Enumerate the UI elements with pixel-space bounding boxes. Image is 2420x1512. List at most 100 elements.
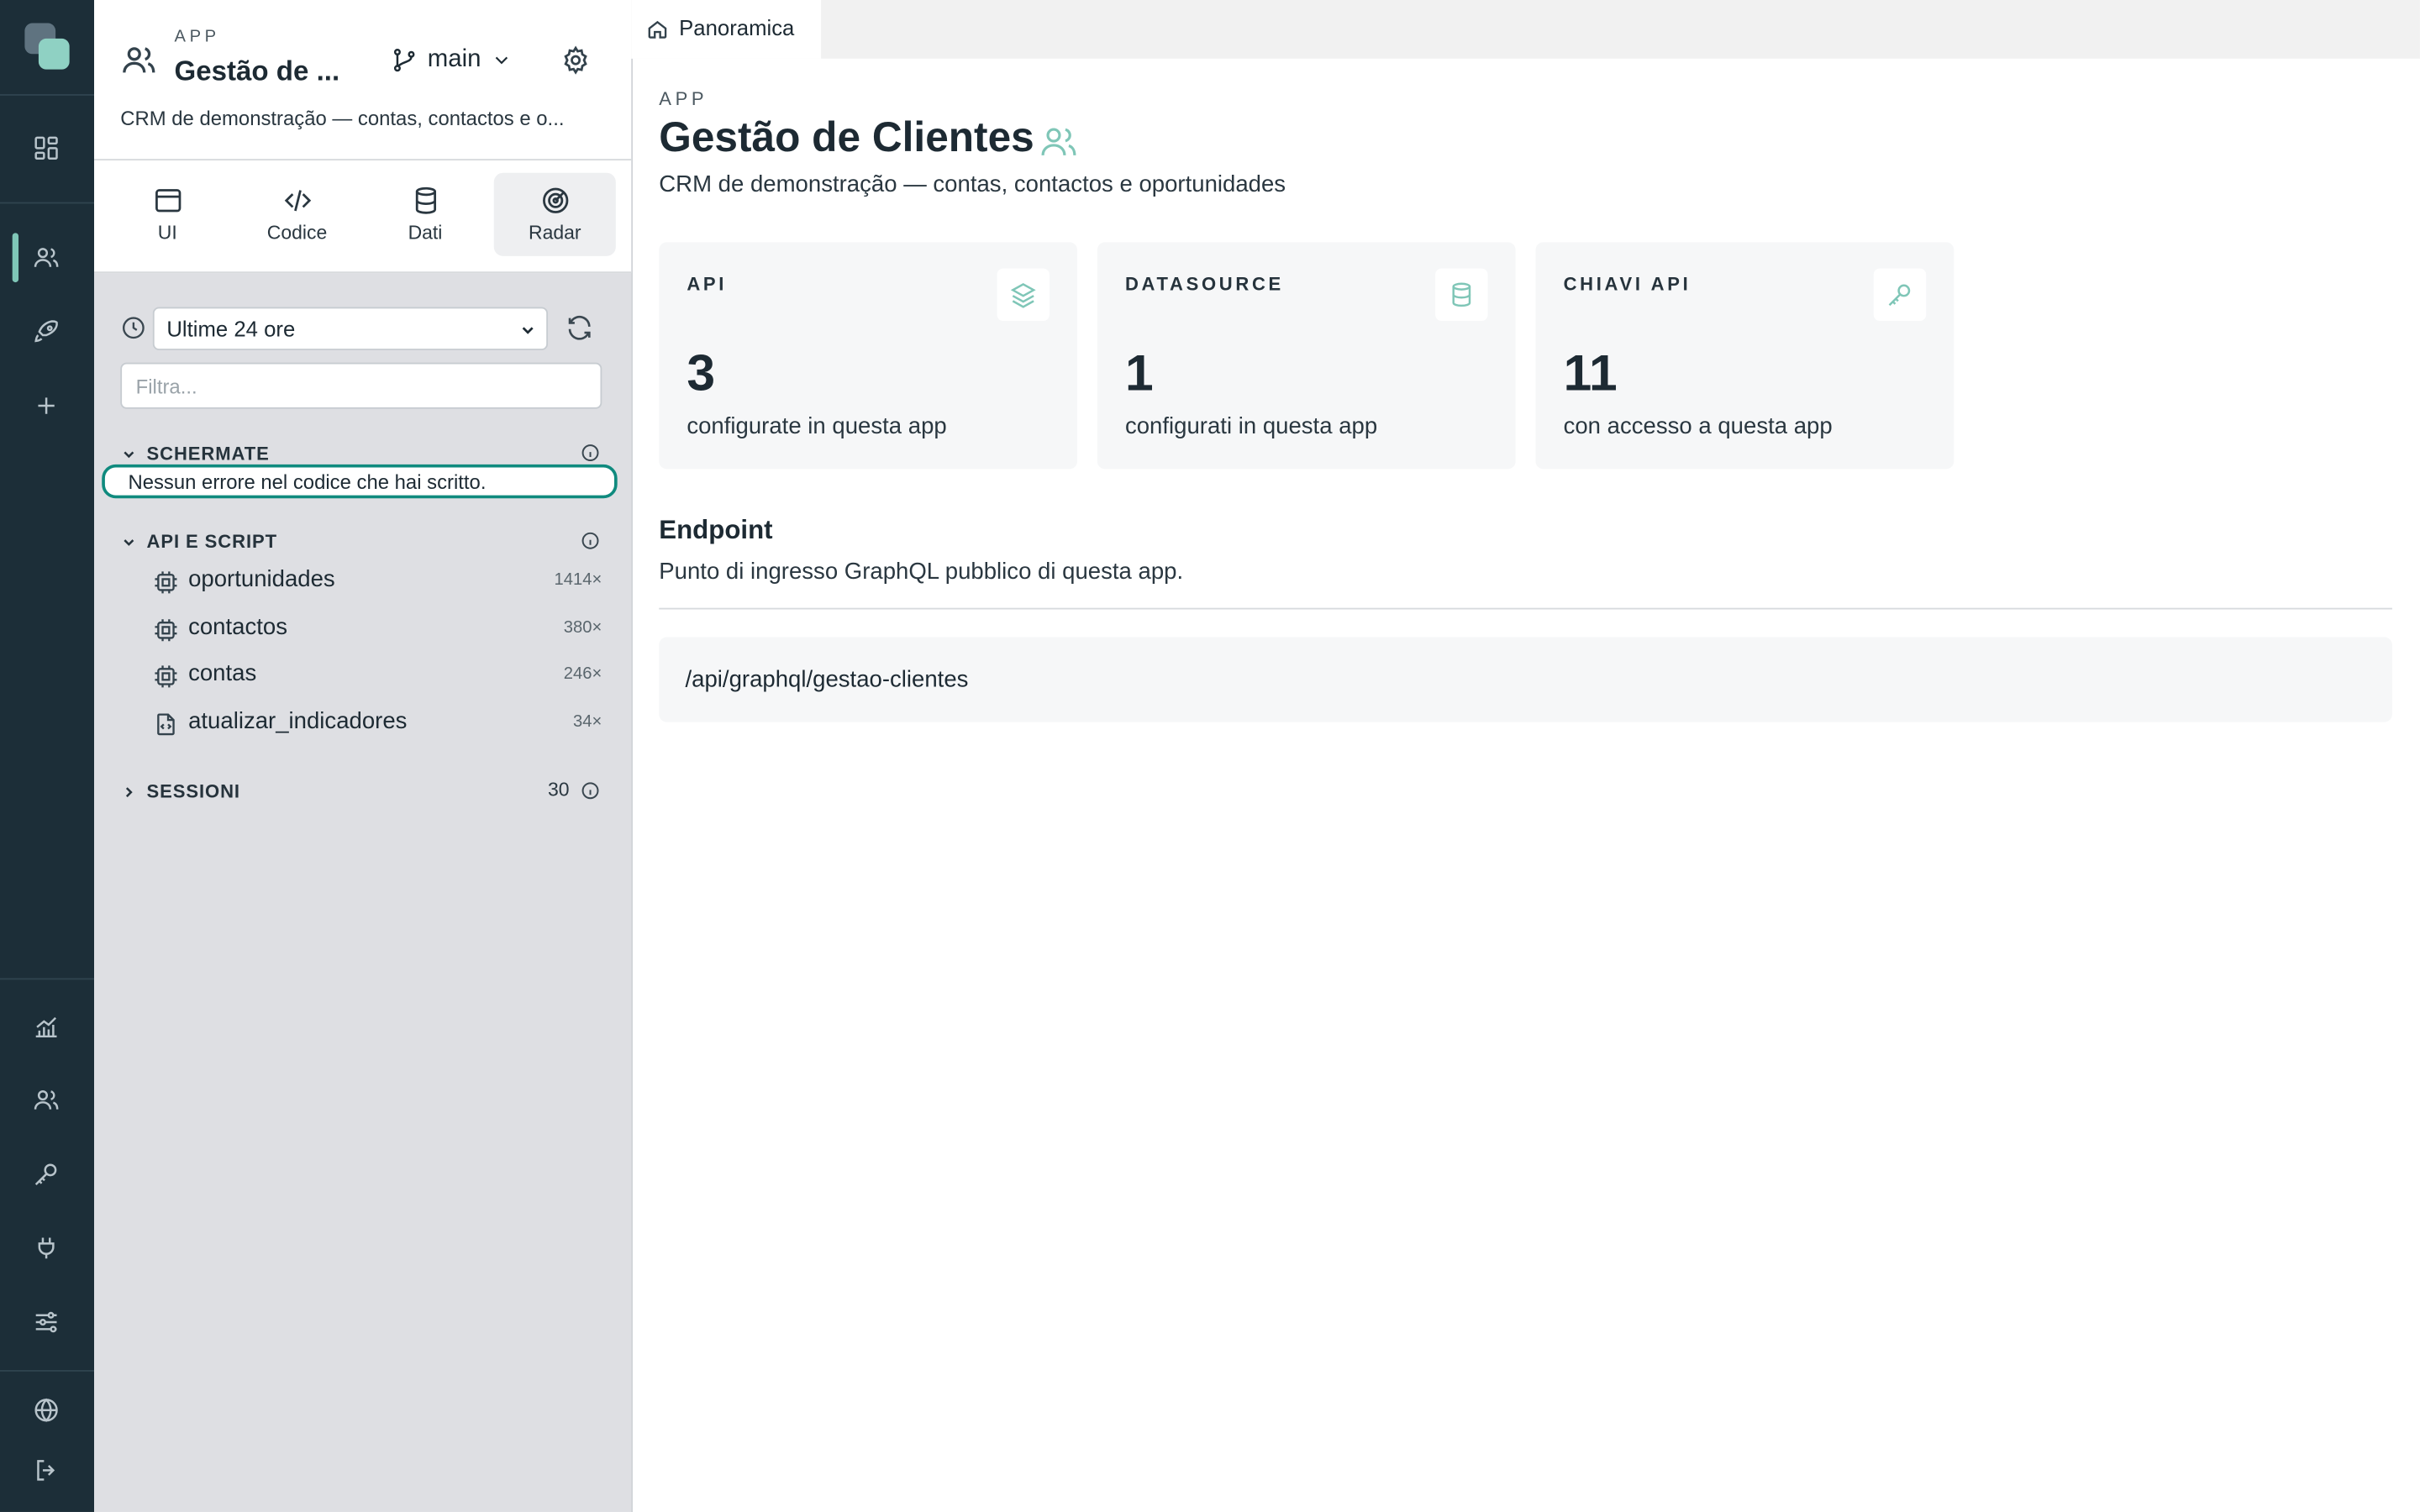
stat-card-datasource[interactable]: DATASOURCE 1 configurati in questa app — [1097, 242, 1516, 470]
chip-icon — [153, 617, 179, 643]
chip-icon — [153, 664, 179, 690]
stat-card-api[interactable]: API 3 configurate in questa app — [659, 242, 1078, 470]
info-icon[interactable] — [581, 780, 601, 801]
section-api-header[interactable]: API E SCRIPT — [120, 528, 277, 555]
chevron-down-icon — [495, 56, 508, 65]
divider — [659, 607, 2392, 610]
api-item-atualizar-indicadores[interactable]: atualizar_indicadores 34× — [153, 705, 607, 745]
key-icon[interactable] — [33, 1160, 64, 1191]
time-range-select[interactable]: Ultime 24 ore — [152, 307, 549, 350]
plus-icon[interactable] — [33, 392, 64, 423]
code-icon — [283, 190, 311, 212]
chevron-down-icon — [124, 538, 134, 545]
clock-icon — [120, 315, 146, 341]
card-description: configurati in questa app — [1124, 413, 1378, 440]
radar-icon — [542, 187, 568, 213]
info-icon[interactable] — [581, 443, 601, 463]
panel-title: Gestão de ... — [174, 55, 340, 87]
endpoint-path-box[interactable]: /api/graphql/gestao-clientes — [659, 637, 2392, 722]
api-item-count: 246× — [563, 664, 602, 684]
card-value: 3 — [687, 344, 716, 402]
card-description: configurate in questa app — [687, 413, 947, 440]
info-icon[interactable] — [581, 531, 601, 551]
card-description: con accesso a questa app — [1563, 413, 1833, 440]
section-label: API E SCRIPT — [146, 530, 278, 553]
filter-placeholder: Filtra... — [135, 375, 197, 398]
analytics-icon[interactable] — [33, 1012, 64, 1043]
time-range-value: Ultime 24 ore — [166, 316, 296, 341]
app-logo[interactable] — [24, 23, 71, 73]
section-screens-header[interactable]: SCHERMATE — [120, 439, 269, 467]
api-item-count: 34× — [573, 712, 602, 732]
panel-header: APP Gestão de ... main CRM de demonstraç… — [94, 0, 632, 161]
database-icon — [1435, 268, 1488, 322]
card-label: DATASOURCE — [1124, 273, 1284, 295]
endpoint-subtitle: Punto di ingresso GraphQL pubblico di qu… — [659, 558, 1184, 585]
refresh-icon[interactable] — [565, 313, 594, 343]
tab-label: Dati — [408, 222, 443, 244]
branch-selector[interactable]: main — [391, 43, 513, 76]
endpoint-title: Endpoint — [659, 515, 773, 545]
team-icon[interactable] — [33, 1086, 64, 1117]
chip-icon — [153, 570, 179, 596]
panel-tabs: UI Codice Dati Radar — [94, 160, 632, 274]
section-label: SCHERMATE — [146, 443, 270, 465]
tab-overview[interactable]: Panoramica — [631, 0, 822, 59]
filter-input[interactable]: Filtra... — [120, 362, 602, 409]
card-value: 1 — [1124, 344, 1154, 402]
chevron-down-icon — [124, 450, 134, 458]
endpoint-path: /api/graphql/gestao-clientes — [685, 666, 969, 693]
tab-bar — [631, 0, 2420, 59]
tab-ui[interactable]: UI — [107, 173, 229, 256]
tab-label: UI — [157, 222, 177, 244]
api-item-name: contactos — [188, 614, 288, 641]
users-icon — [120, 42, 157, 79]
icon-rail — [0, 0, 95, 1512]
card-value: 11 — [1563, 344, 1618, 402]
tab-radar[interactable]: Radar — [493, 172, 616, 256]
users-icon — [1039, 122, 1079, 162]
tab-data[interactable]: Dati — [364, 173, 486, 256]
dashboard-icon[interactable] — [33, 134, 64, 165]
rocket-icon[interactable] — [33, 318, 64, 349]
screens-empty-message: Nessun errore nel codice che hai scritto… — [102, 464, 618, 499]
sessions-count: 30 — [548, 779, 570, 801]
card-label: CHIAVI API — [1563, 273, 1691, 295]
branch-name: main — [427, 46, 481, 73]
api-item-name: atualizar_indicadores — [188, 708, 408, 735]
panel-description: CRM de demonstração — contas, contactos … — [120, 106, 565, 130]
logout-icon[interactable] — [33, 1457, 64, 1488]
plug-icon[interactable] — [33, 1234, 64, 1265]
page-subtitle: CRM de demonstração — contas, contactos … — [659, 171, 1286, 198]
git-branch-icon — [393, 48, 415, 72]
tab-label: Codice — [266, 222, 328, 244]
home-icon — [647, 18, 669, 40]
browser-window-icon — [155, 189, 181, 213]
chevron-down-icon — [522, 327, 534, 334]
tab-label: Radar — [529, 222, 581, 244]
api-item-name: oportunidades — [188, 566, 335, 593]
page-kicker: APP — [659, 87, 708, 110]
api-item-contas[interactable]: contas 246× — [153, 657, 607, 697]
gear-icon[interactable] — [560, 45, 592, 76]
sliders-icon[interactable] — [33, 1309, 64, 1340]
database-icon — [414, 186, 436, 214]
layers-icon — [997, 268, 1050, 322]
section-sessions-header[interactable]: SESSIONI — [120, 778, 240, 806]
api-item-name: contas — [188, 660, 257, 687]
active-indicator — [12, 233, 19, 283]
tab-label: Panoramica — [679, 15, 795, 40]
tab-code[interactable]: Codice — [236, 173, 358, 256]
card-label: API — [687, 273, 728, 295]
key-icon — [1873, 268, 1927, 322]
api-item-count: 1414× — [554, 570, 602, 590]
stat-card-api-keys[interactable]: CHIAVI API 11 con accesso a questa app — [1535, 242, 1954, 470]
section-label: SESSIONI — [146, 780, 240, 803]
globe-icon[interactable] — [33, 1396, 64, 1427]
api-item-contactos[interactable]: contactos 380× — [153, 611, 607, 651]
script-file-icon — [153, 711, 179, 738]
users-icon[interactable] — [33, 244, 64, 275]
api-item-oportunidades[interactable]: oportunidades 1414× — [153, 563, 607, 603]
chevron-right-icon — [125, 786, 133, 797]
panel-kicker: APP — [174, 28, 220, 47]
